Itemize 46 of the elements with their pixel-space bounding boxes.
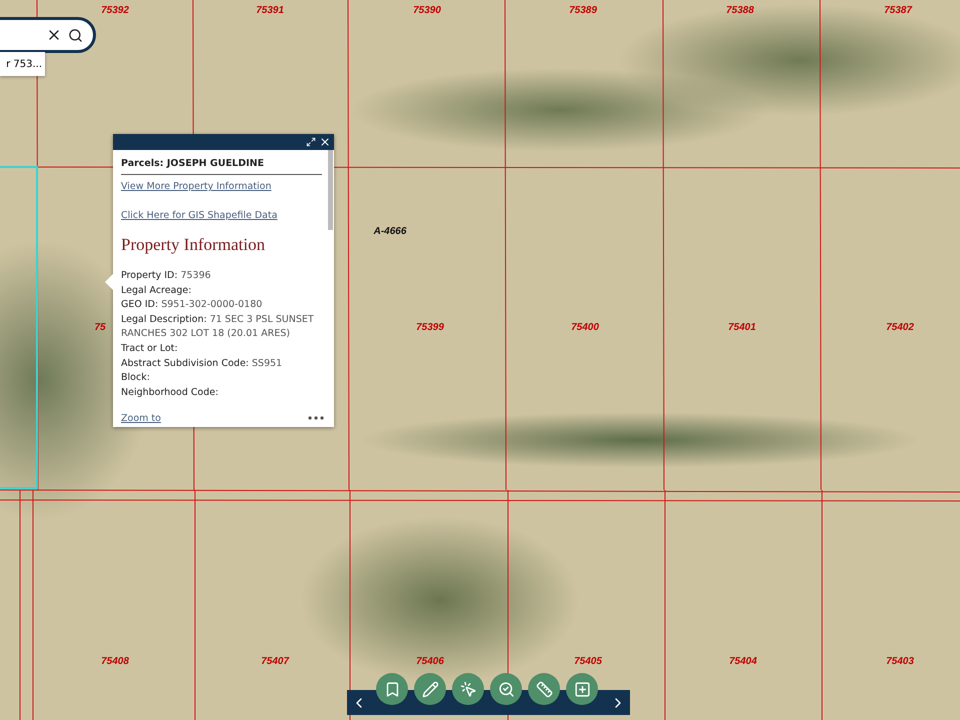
property-field: Block: (121, 371, 322, 386)
scrollbar-thumb[interactable] (328, 150, 333, 230)
more-icon[interactable] (308, 416, 324, 420)
parcel-number: 75399 (416, 322, 444, 333)
parcel-number: 75388 (726, 5, 754, 16)
maximize-button[interactable] (306, 137, 316, 147)
parcel-number: 75 (94, 322, 106, 333)
property-field: Tract or Lot: (121, 342, 322, 357)
property-field: Abstract Subdivision Code: SS951 (121, 356, 322, 372)
info-link[interactable]: View More Property Information (121, 181, 272, 192)
parcel-number: 75391 (256, 5, 284, 16)
property-field: Legal Acreage: (121, 284, 322, 298)
parcel-number: 75405 (574, 656, 602, 667)
close-button[interactable] (319, 136, 331, 148)
pencil-icon (422, 680, 438, 698)
search-icon (68, 28, 83, 42)
plus-square-icon (574, 680, 590, 698)
parcel-number: 75389 (569, 5, 597, 16)
property-field: Property ID: 75396 (121, 269, 322, 284)
parcel-number: 75387 (884, 5, 912, 16)
parcel-number: 75392 (101, 5, 129, 16)
abstract-label: A-4666 (374, 226, 406, 237)
property-field: Neighborhood Code: (121, 386, 322, 400)
property-field: GEO ID: S951-302-0000-0180 (121, 298, 322, 313)
section-heading: Property Information (121, 235, 266, 255)
pointer-icon (460, 680, 476, 698)
parcel-number: 75406 (416, 656, 444, 667)
parcel-number: 75400 (571, 322, 599, 333)
parcel-number: 75403 (886, 656, 914, 667)
search-button[interactable] (68, 28, 83, 42)
parcel-number: 75390 (413, 5, 441, 16)
parcel-number: 75408 (101, 656, 129, 667)
parcel-number: 75407 (261, 656, 289, 667)
info-link[interactable]: Click Here for GIS Shapefile Data (121, 210, 278, 221)
parcel-number: 75404 (729, 656, 757, 667)
parcel-number: 75402 (886, 322, 914, 333)
popup-title: Parcels: JOSEPH GUELDINE (121, 156, 322, 175)
parcel-number: 75401 (728, 322, 756, 333)
ruler-icon (536, 680, 552, 698)
maximize-icon (306, 137, 316, 147)
zoom-link[interactable]: Zoom to (121, 412, 161, 424)
property-field: Legal Description: 71 SEC 3 PSL SUNSET RANCHES 302 LOT 18 (20.01 ARES) (121, 312, 322, 342)
close-icon (319, 136, 331, 148)
search-suggestion[interactable]: r 753... (0, 52, 45, 76)
search-field[interactable] (0, 17, 96, 53)
magnifier-icon (498, 680, 514, 698)
